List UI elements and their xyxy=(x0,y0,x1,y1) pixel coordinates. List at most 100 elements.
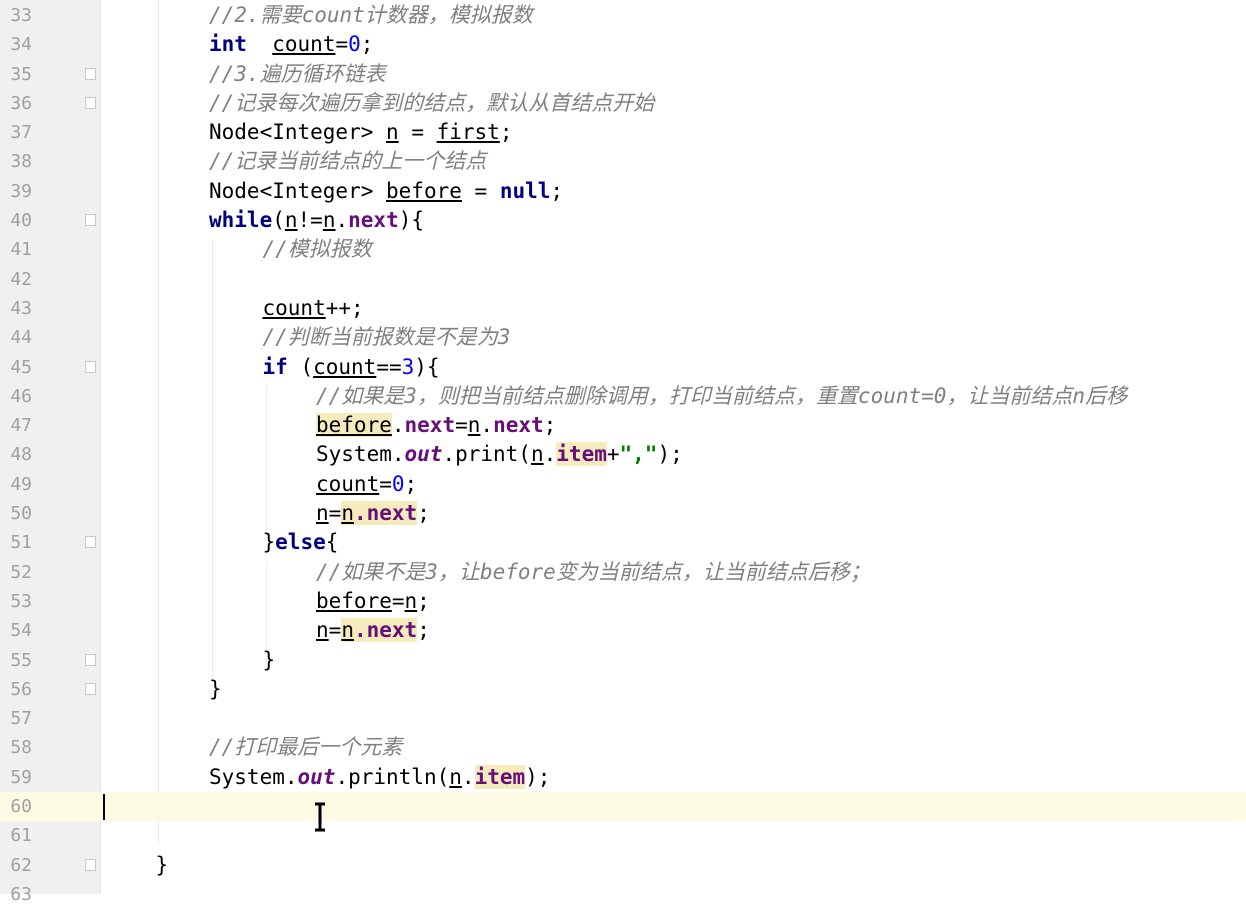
code-token: .println( xyxy=(335,764,450,789)
code-line[interactable]: 53 before=n; xyxy=(0,587,1246,616)
line-number: 60 xyxy=(10,796,32,818)
code-token: "," xyxy=(619,442,658,467)
fold-marker-icon[interactable] xyxy=(85,858,96,871)
code-line[interactable]: 48 System.out.print(n.item+","); xyxy=(0,440,1246,469)
line-number: 50 xyxy=(10,503,32,525)
code-line[interactable]: 33 //2.需要count计数器，模拟报数 xyxy=(0,1,1246,30)
code-line[interactable]: 55} xyxy=(0,646,1246,675)
line-number: 54 xyxy=(10,620,32,642)
code-text: n=n.next; xyxy=(316,616,430,645)
code-token: count xyxy=(313,354,377,379)
code-line[interactable]: 57 xyxy=(0,704,1246,733)
line-number: 56 xyxy=(10,678,32,700)
code-token: n xyxy=(322,208,336,233)
fold-marker-icon[interactable] xyxy=(85,682,96,695)
code-token: 0 xyxy=(348,32,361,57)
code-token: .next xyxy=(353,501,418,526)
code-token: } xyxy=(262,530,276,555)
line-number: 47 xyxy=(10,415,32,437)
code-token: n xyxy=(341,618,354,643)
code-token: = xyxy=(391,588,405,613)
code-token: else xyxy=(275,530,326,555)
line-number: 43 xyxy=(10,297,32,319)
code-token: //模拟报数 xyxy=(262,237,372,262)
code-text: }else{ xyxy=(263,528,339,557)
code-token: System. xyxy=(209,764,298,789)
code-line[interactable]: 62} xyxy=(0,851,1246,880)
code-line[interactable]: 36 //记录每次遍历拿到的结点，默认从首结点开始 xyxy=(0,89,1246,118)
code-line[interactable]: 56} xyxy=(0,675,1246,704)
code-token: while xyxy=(209,208,273,233)
line-number: 55 xyxy=(10,649,32,671)
code-token: //3.遍历循环链表 xyxy=(209,61,386,86)
code-line[interactable]: 52 //如果不是3，让before变为当前结点，让当前结点后移； xyxy=(0,558,1246,587)
code-token: out xyxy=(297,764,336,789)
code-text: //判断当前报数是不是为3 xyxy=(263,323,511,352)
code-line[interactable]: 50 n=n.next; xyxy=(0,499,1246,528)
line-number: 34 xyxy=(10,34,32,56)
line-number: 59 xyxy=(10,766,32,788)
code-token: int xyxy=(209,32,247,57)
line-number: 42 xyxy=(10,268,32,290)
text-caret xyxy=(103,794,105,821)
code-line[interactable]: 37 Node<Integer> n = first; xyxy=(0,118,1246,147)
code-line[interactable]: 40 while(n!=n.next){ xyxy=(0,206,1246,235)
fold-marker-icon[interactable] xyxy=(85,214,96,227)
code-line[interactable]: 46 //如果是3，则把当前结点删除调用，打印当前结点，重置count=0，让当前… xyxy=(0,382,1246,411)
code-token: { xyxy=(325,530,339,555)
code-text: //3.遍历循环链表 xyxy=(209,60,386,89)
code-line[interactable]: 44 //判断当前报数是不是为3 xyxy=(0,323,1246,352)
code-line[interactable]: 39 Node<Integer> before = null; xyxy=(0,177,1246,206)
code-text: System.out.println(n.item); xyxy=(209,763,550,792)
code-text: //模拟报数 xyxy=(263,235,372,264)
code-lines[interactable]: 33//2.需要count计数器，模拟报数 34 int count = 0; 35 //3… xyxy=(0,1,1246,909)
code-line[interactable]: 63 xyxy=(0,880,1246,909)
code-token: != xyxy=(297,208,323,233)
line-number: 52 xyxy=(10,561,32,583)
code-token: n xyxy=(341,501,354,526)
code-line[interactable]: 60 xyxy=(0,792,1246,822)
fold-marker-icon[interactable] xyxy=(85,360,96,373)
code-line[interactable]: 43 count++; xyxy=(0,294,1246,323)
code-line[interactable]: 34 int count=0; xyxy=(0,30,1246,59)
text-cursor-icon xyxy=(315,802,325,832)
code-token: null xyxy=(499,178,551,203)
code-editor[interactable]: 33//2.需要count计数器，模拟报数 34 int count = 0; 35 //3… xyxy=(0,0,1246,905)
line-number: 35 xyxy=(10,63,32,85)
code-token: next xyxy=(404,413,456,438)
code-text: //如果是3，则把当前结点删除调用，打印当前结点，重置count=0，让当前结点… xyxy=(316,382,1127,411)
code-line[interactable]: 45 if (count==3){ xyxy=(0,353,1246,382)
fold-marker-icon[interactable] xyxy=(85,536,96,549)
line-number: 41 xyxy=(10,239,32,261)
code-token: ; xyxy=(499,120,513,145)
code-token: Node<Integer> xyxy=(209,120,387,145)
code-token: next xyxy=(493,413,544,438)
line-number: 40 xyxy=(10,210,32,232)
code-line[interactable]: 59 System.out.println(n.item); xyxy=(0,763,1246,792)
code-line[interactable]: 51}else{ xyxy=(0,528,1246,557)
code-line[interactable]: 54 n=n.next; xyxy=(0,616,1246,645)
code-token: ; xyxy=(417,588,430,613)
fold-marker-icon[interactable] xyxy=(85,67,96,80)
line-number: 62 xyxy=(10,854,32,876)
code-line[interactable]: 47 before.next=n.next; xyxy=(0,411,1246,440)
code-line[interactable]: 42 xyxy=(0,265,1246,294)
code-line[interactable]: 38 //记录当前结点的上一个结点 xyxy=(0,147,1246,176)
code-token: ; xyxy=(417,618,430,643)
code-token: } xyxy=(209,676,222,701)
code-token: Node<Integer> xyxy=(209,178,387,203)
code-line[interactable]: 58 //打印最后一个元素 xyxy=(0,733,1246,762)
code-line[interactable]: 41 //模拟报数 xyxy=(0,235,1246,264)
code-line[interactable]: 35 //3.遍历循环链表 xyxy=(0,60,1246,89)
code-line[interactable]: 61 xyxy=(0,821,1246,850)
fold-marker-icon[interactable] xyxy=(85,653,96,666)
code-line[interactable]: 49 count=0; xyxy=(0,470,1246,499)
fold-marker-icon[interactable] xyxy=(85,96,96,109)
code-token: n xyxy=(284,208,298,233)
line-number: 39 xyxy=(10,180,32,202)
line-number: 61 xyxy=(10,825,32,847)
code-token: .print( xyxy=(442,442,531,467)
code-token: ){ xyxy=(398,208,425,233)
code-token: if xyxy=(262,354,288,379)
code-token: 0 xyxy=(391,471,405,496)
